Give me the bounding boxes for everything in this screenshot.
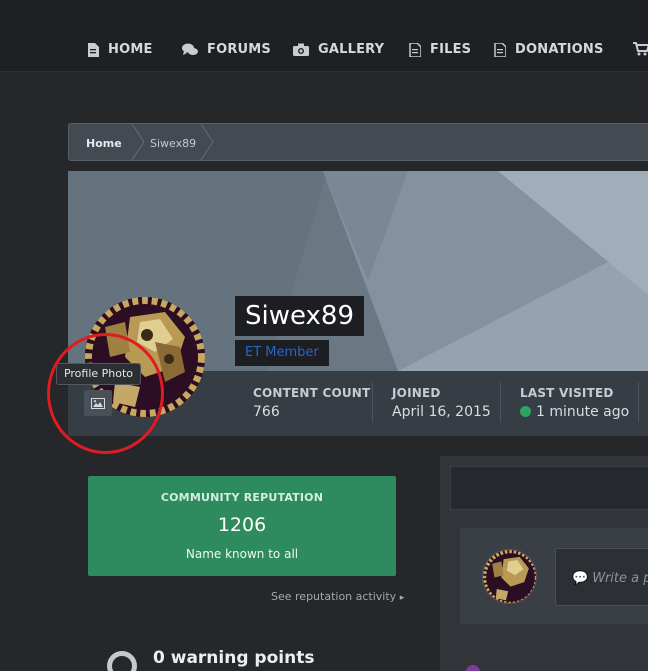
reputation-value: 1206 — [217, 514, 267, 536]
breadcrumb-current[interactable]: Siwex89 — [150, 137, 196, 150]
profile-photo-button[interactable] — [84, 390, 112, 416]
stat-divider — [638, 382, 639, 422]
chat-bubbles-icon — [182, 43, 198, 55]
profile-photo-tooltip: Profile Photo — [56, 363, 141, 385]
document-icon — [88, 42, 99, 57]
camera-icon — [293, 43, 309, 56]
nav-forums-label: FORUMS — [207, 42, 271, 57]
breadcrumb-home[interactable]: Home — [86, 137, 122, 150]
chevron-right-icon: ▸ — [399, 593, 405, 603]
stat-divider — [500, 382, 501, 422]
stat-divider — [372, 382, 373, 422]
file-icon — [494, 42, 506, 57]
stat-joined-value: April 16, 2015 — [392, 404, 491, 420]
nav-forums[interactable]: FORUMS — [182, 42, 271, 57]
nav-donations-label: DONATIONS — [515, 42, 604, 57]
nav-gallery-label: GALLERY — [318, 42, 385, 57]
reputation-title: COMMUNITY REPUTATION — [160, 491, 324, 504]
breadcrumb-separator-icon — [200, 124, 214, 160]
warning-points: 0 warning points — [153, 648, 315, 668]
nav-home-label: HOME — [108, 42, 153, 57]
file-icon — [409, 42, 421, 57]
nav-store[interactable] — [633, 42, 648, 56]
status-input[interactable]: 💬 Write a p — [555, 548, 648, 606]
avatar-image — [483, 550, 536, 603]
stat-last-visited-label: LAST VISITED — [520, 386, 614, 400]
nav-donations[interactable]: DONATIONS — [494, 42, 604, 57]
online-status-icon — [520, 406, 531, 417]
top-navigation: HOME FORUMS GALLERY FILES DONATIONS — [0, 0, 648, 72]
stat-joined-label: JOINED — [392, 386, 441, 400]
status-placeholder-text: Write a p — [592, 571, 648, 586]
reputation-description: Name known to all — [185, 547, 299, 561]
see-reputation-activity-link[interactable]: See reputation activity ▸ — [271, 590, 404, 603]
reputation-link-label: See reputation activity — [271, 590, 397, 603]
community-reputation-card: COMMUNITY REPUTATION 1206 Name known to … — [88, 476, 396, 576]
profile-group[interactable]: ET Member — [235, 340, 329, 366]
comment-icon: 💬 — [572, 571, 589, 586]
profile-username: Siwex89 — [235, 296, 365, 336]
image-icon — [91, 397, 105, 409]
breadcrumb-separator-icon — [131, 124, 145, 160]
nav-home[interactable]: HOME — [87, 42, 153, 57]
cart-icon — [633, 42, 648, 56]
stat-content-count-label: CONTENT COUNT — [253, 386, 371, 400]
nav-files-label: FILES — [430, 42, 472, 57]
stat-last-visited-value: 1 minute ago — [520, 404, 629, 420]
composer-avatar[interactable] — [482, 549, 537, 604]
warning-circle-icon — [107, 651, 137, 671]
nav-gallery[interactable]: GALLERY — [293, 42, 384, 57]
status-feed-header — [450, 466, 648, 510]
nav-files[interactable]: FILES — [409, 42, 471, 57]
last-visited-text: 1 minute ago — [536, 404, 630, 420]
breadcrumb: Home Siwex89 — [68, 123, 648, 161]
status-placeholder: 💬 Write a p — [572, 571, 648, 586]
stat-content-count-value: 766 — [253, 404, 280, 420]
